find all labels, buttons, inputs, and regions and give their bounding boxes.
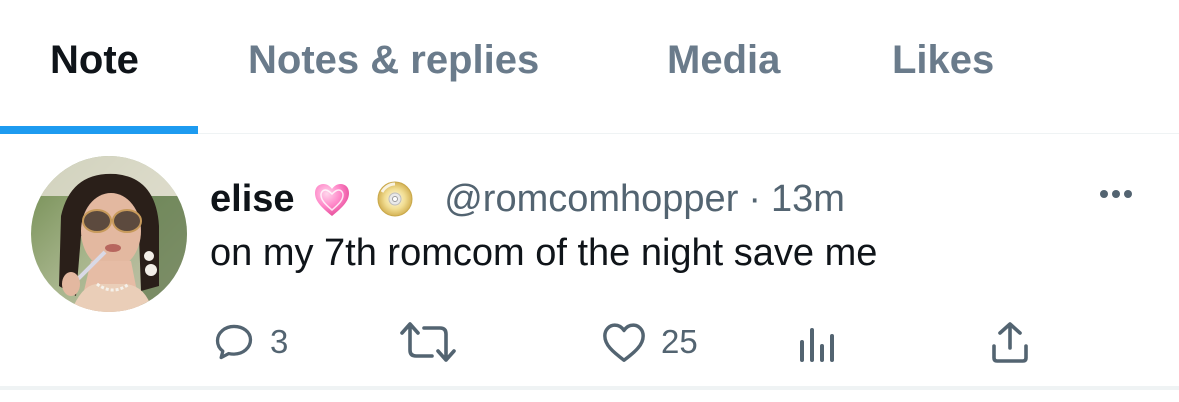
retweet-button[interactable] [398, 320, 458, 364]
reply-icon [215, 324, 253, 360]
share-button[interactable] [990, 320, 1030, 364]
header-separator: · [748, 178, 762, 220]
analytics-button[interactable] [796, 320, 840, 364]
pink-heart-emoji [313, 182, 351, 229]
display-name[interactable]: elise [210, 178, 295, 220]
user-handle[interactable]: @romcomhopper [444, 178, 738, 220]
like-count: 25 [661, 323, 698, 360]
tab-likes[interactable]: Likes [842, 0, 1052, 134]
tweet-text: on my 7th romcom of the night save me [210, 232, 878, 274]
tweet-header: elise @romcomhopper · 13m [210, 176, 845, 222]
tab-media-label: Media [667, 38, 781, 82]
dvd-disc-emoji [376, 180, 414, 229]
tweet-divider [0, 386, 1179, 390]
avatar[interactable] [31, 156, 187, 312]
tab-likes-label: Likes [892, 38, 995, 82]
share-icon [992, 322, 1028, 363]
more-dots-icon [1100, 190, 1132, 198]
tweet[interactable]: elise @romcomhopper · 13m on my 7th romc… [0, 134, 1179, 390]
profile-tabs: Note Notes & replies Media Likes [0, 0, 1179, 134]
retweet-icon [400, 322, 456, 362]
tab-notes-and-replies-label: Notes & replies [248, 38, 540, 82]
tweet-timestamp[interactable]: 13m [771, 178, 845, 220]
analytics-icon [800, 328, 834, 362]
tab-note-label: Note [50, 38, 139, 82]
more-options-button[interactable] [1096, 182, 1136, 206]
tab-notes-and-replies[interactable]: Notes & replies [198, 0, 616, 134]
heart-icon [603, 323, 645, 362]
tab-note[interactable]: Note [0, 0, 198, 134]
active-tab-indicator [0, 126, 198, 134]
like-button[interactable]: 25 [601, 320, 698, 364]
tab-media[interactable]: Media [616, 0, 842, 134]
reply-button[interactable]: 3 [212, 320, 288, 364]
reply-count: 3 [270, 323, 289, 360]
